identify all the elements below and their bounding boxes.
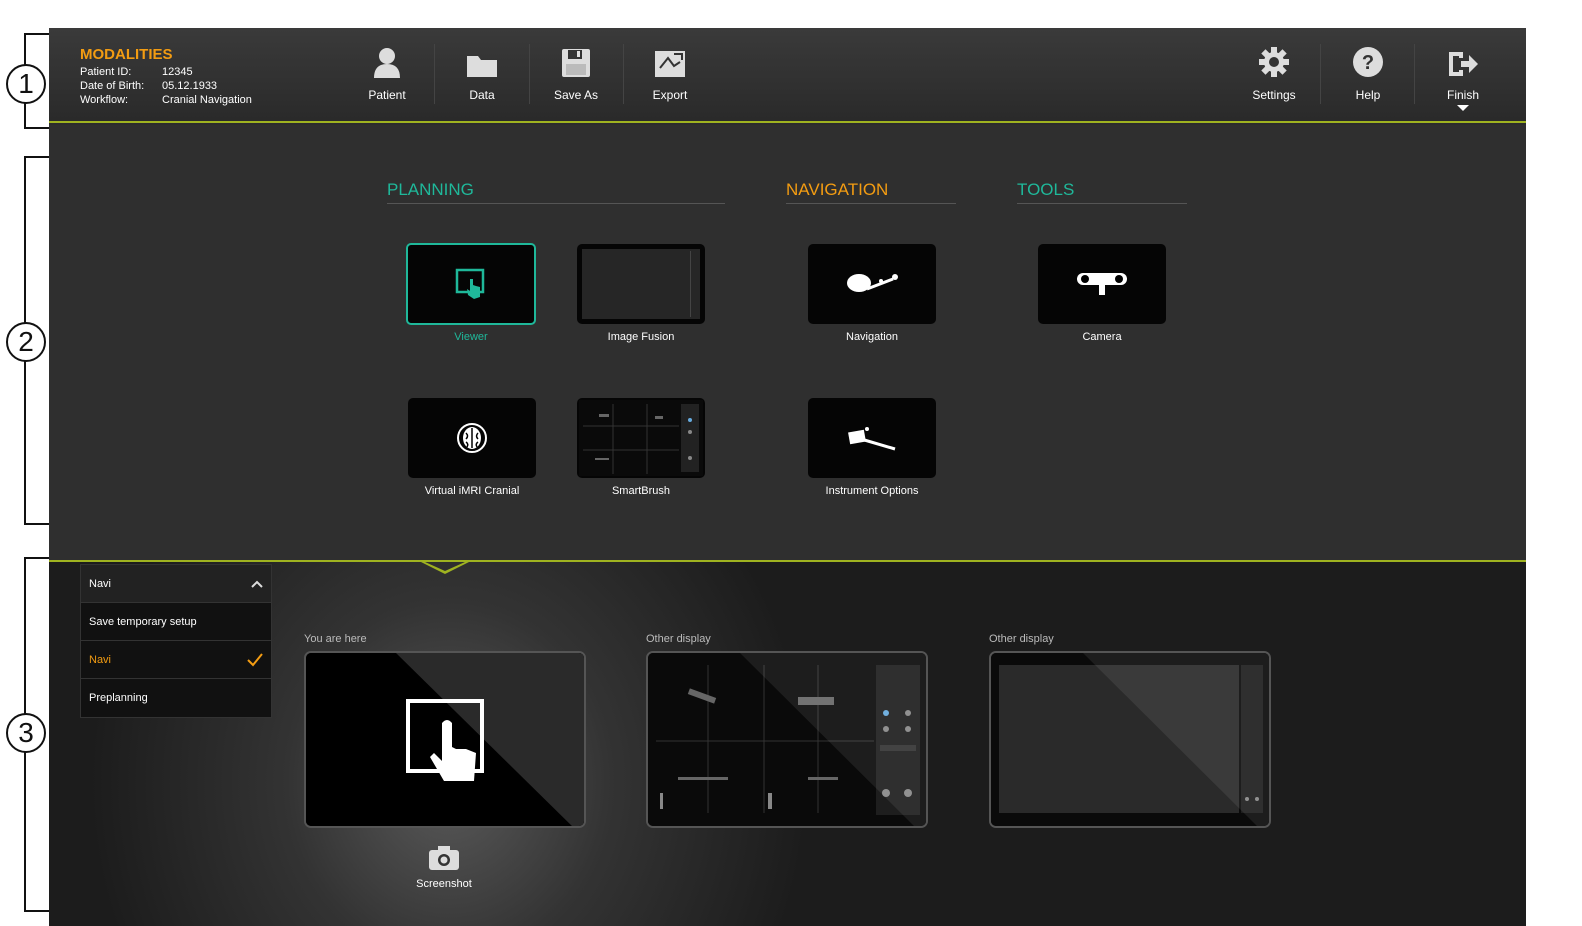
dropdown-header[interactable]: Navi bbox=[81, 565, 271, 603]
export-button[interactable]: Export bbox=[623, 42, 717, 112]
finish-button[interactable]: Finish bbox=[1416, 42, 1510, 112]
tile-instrument-options-label: Instrument Options bbox=[825, 485, 919, 497]
dropdown-item-save-temporary-setup[interactable]: Save temporary setup bbox=[81, 603, 271, 641]
dob-value: 05.12.1933 bbox=[162, 80, 218, 92]
camera-icon bbox=[429, 846, 459, 870]
dropdown-item-navi[interactable]: Navi bbox=[81, 641, 271, 679]
tile-camera-label: Camera bbox=[1082, 331, 1122, 343]
tile-virtual-imri-label: Virtual iMRI Cranial bbox=[424, 485, 520, 497]
help-button[interactable]: ? Help bbox=[1321, 42, 1415, 112]
dob-label: Date of Birth: bbox=[80, 80, 145, 92]
export-button-label: Export bbox=[652, 88, 688, 102]
tile-camera[interactable] bbox=[1038, 244, 1166, 324]
tile-smartbrush-label: SmartBrush bbox=[611, 485, 671, 497]
section-navigation: NAVIGATION bbox=[786, 180, 956, 204]
image-fusion-preview bbox=[582, 249, 700, 319]
modalities-title: MODALITIES bbox=[80, 46, 173, 63]
brain-icon bbox=[457, 423, 487, 453]
dropdown-selected-label: Navi bbox=[89, 577, 112, 590]
svg-text:?: ? bbox=[1362, 52, 1374, 74]
other-display-1-label: Other display bbox=[646, 633, 711, 645]
gear-icon bbox=[1259, 47, 1289, 77]
tile-image-fusion-label: Image Fusion bbox=[607, 331, 675, 343]
folder-icon bbox=[467, 56, 497, 77]
finish-dropdown-arrow-icon[interactable] bbox=[1457, 105, 1469, 111]
tile-viewer[interactable] bbox=[406, 243, 536, 325]
screenshot-button-label: Screenshot bbox=[416, 878, 472, 890]
other-display-2[interactable] bbox=[989, 651, 1271, 828]
callout-number-2: 2 bbox=[6, 322, 46, 362]
dropdown-item-label: Preplanning bbox=[89, 692, 148, 704]
display-selection-area: Navi Save temporary setup Navi Preplanni… bbox=[49, 560, 1526, 926]
touch-icon bbox=[455, 268, 485, 299]
other-display-1[interactable] bbox=[646, 651, 928, 828]
export-icon bbox=[655, 51, 685, 77]
head-navigation-icon bbox=[847, 274, 898, 292]
dropdown-item-label: Navi bbox=[89, 653, 112, 666]
settings-button-label: Settings bbox=[1252, 88, 1296, 102]
floppy-disk-icon bbox=[562, 49, 590, 77]
checkmark-icon bbox=[247, 652, 263, 666]
toolbar: MODALITIES Patient ID: 12345 Date of Birt… bbox=[49, 28, 1526, 123]
dropdown-item-preplanning[interactable]: Preplanning bbox=[81, 679, 271, 717]
patient-id-label: Patient ID: bbox=[80, 66, 132, 78]
patient-info: Patient ID: 12345 Date of Birth: 05.12.193… bbox=[80, 65, 252, 107]
screenshot-button[interactable]: Screenshot bbox=[394, 845, 494, 890]
tracking-camera-icon bbox=[1077, 273, 1127, 295]
current-display-preview bbox=[306, 653, 584, 826]
workflow-label: Workflow: bbox=[80, 94, 129, 106]
patient-icon bbox=[374, 48, 400, 78]
tile-navigation-label: Navigation bbox=[846, 331, 898, 343]
callout-number-3: 3 bbox=[6, 713, 46, 753]
patient-button[interactable]: Patient bbox=[340, 42, 434, 112]
tile-smartbrush[interactable] bbox=[577, 398, 705, 478]
section-tools: TOOLS bbox=[1017, 180, 1187, 204]
exit-icon bbox=[1449, 52, 1478, 76]
tile-navigation[interactable] bbox=[808, 244, 936, 324]
other-display-2-preview bbox=[991, 653, 1269, 826]
patient-id-value: 12345 bbox=[162, 66, 193, 78]
tile-virtual-imri[interactable] bbox=[408, 398, 536, 478]
save-as-button[interactable]: Save As bbox=[529, 42, 623, 112]
smartbrush-preview bbox=[579, 400, 703, 476]
tile-image-fusion[interactable] bbox=[577, 244, 705, 324]
finish-button-label: Finish bbox=[1446, 88, 1479, 102]
workflow-tiles-area: PLANNING NAVIGATION TOOLS Viewer Image F… bbox=[49, 125, 1526, 560]
workflow-value: Cranial Navigation bbox=[162, 94, 252, 106]
other-display-2-label: Other display bbox=[989, 633, 1054, 645]
help-icon: ? bbox=[1353, 47, 1383, 77]
chevron-up-icon bbox=[251, 580, 263, 588]
section-planning: PLANNING bbox=[387, 180, 725, 204]
instrument-icon bbox=[848, 427, 896, 451]
setup-dropdown[interactable]: Navi Save temporary setup Navi Preplanni… bbox=[80, 564, 272, 718]
callout-number-1: 1 bbox=[6, 64, 46, 104]
patient-button-label: Patient bbox=[368, 88, 406, 102]
current-display-label: You are here bbox=[304, 633, 367, 645]
dropdown-item-label: Save temporary setup bbox=[89, 615, 197, 628]
data-button[interactable]: Data bbox=[435, 42, 529, 112]
tile-viewer-label: Viewer bbox=[454, 331, 488, 343]
other-display-1-preview bbox=[648, 653, 926, 826]
help-button-label: Help bbox=[1355, 88, 1381, 102]
save-as-button-label: Save As bbox=[553, 88, 599, 102]
data-button-label: Data bbox=[469, 88, 495, 102]
app-window: MODALITIES Patient ID: 12345 Date of Birt… bbox=[49, 28, 1526, 926]
settings-button[interactable]: Settings bbox=[1227, 42, 1321, 112]
tile-instrument-options[interactable] bbox=[808, 398, 936, 478]
current-display[interactable] bbox=[304, 651, 586, 828]
